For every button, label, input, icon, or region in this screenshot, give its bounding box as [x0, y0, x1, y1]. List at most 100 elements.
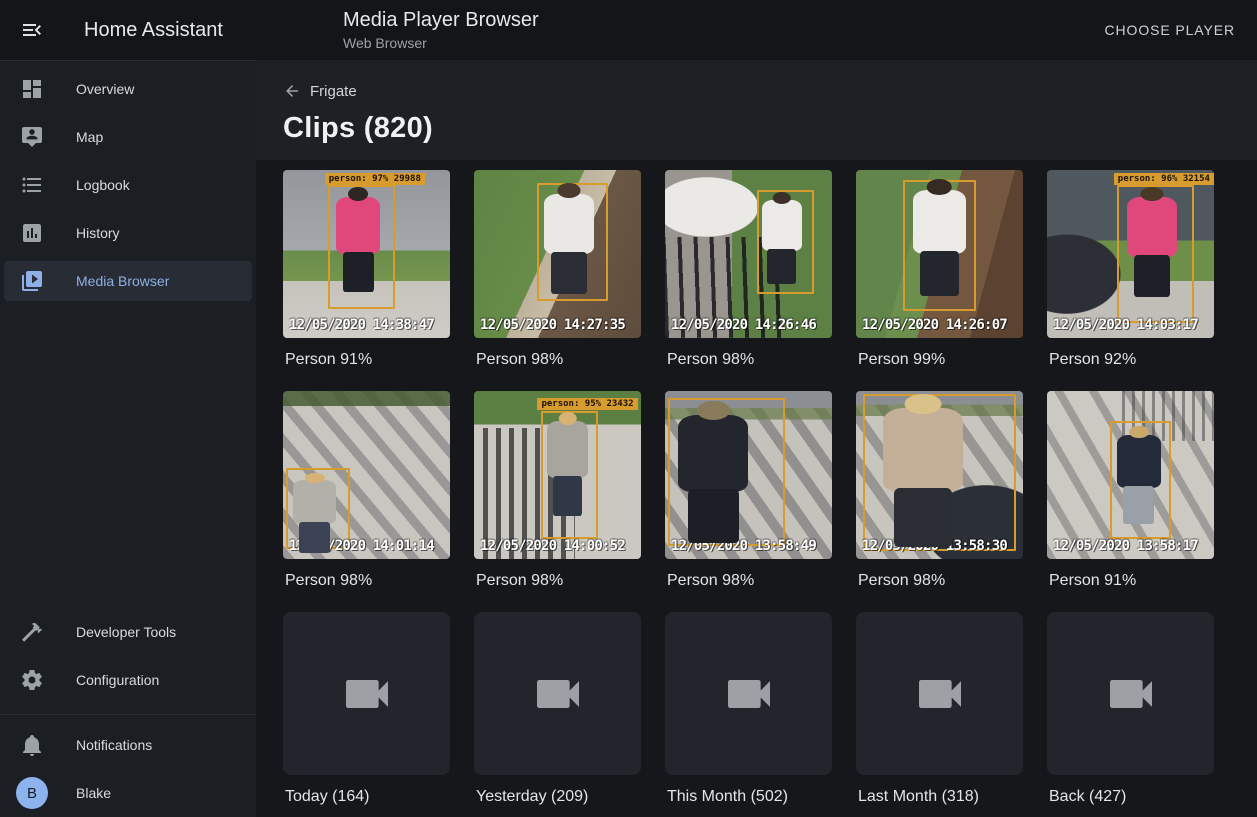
clip-caption: Person 98%: [285, 569, 448, 593]
page-title-block: Media Player Browser Web Browser: [343, 9, 539, 51]
list-bulleted-icon: [20, 173, 44, 197]
clip-card: 12/05/2020 14:01:14 Person 98%: [283, 391, 450, 612]
timestamp-overlay: 12/05/2020 14:38:47: [289, 317, 434, 333]
sidebar-item-label: History: [76, 225, 120, 241]
view-dashboard-icon: [20, 77, 44, 101]
choose-player-button[interactable]: CHOOSE PLAYER: [1097, 0, 1243, 60]
clips-grid: person: 97% 29988 12/05/2020 14:38:47 Pe…: [256, 160, 1257, 817]
person-figure: [1127, 197, 1177, 257]
video-icon: [1103, 666, 1159, 722]
folder-card: Today (164): [283, 612, 450, 817]
clip-caption: Person 91%: [285, 348, 448, 372]
menu-open-icon: [20, 18, 44, 42]
folder-thumb[interactable]: [856, 612, 1023, 775]
person-figure: [913, 190, 966, 254]
clip-caption: Person 98%: [667, 348, 830, 372]
clip-thumb[interactable]: person: 95% 23432 12/05/2020 14:00:52: [474, 391, 641, 559]
page-heading: Clips (820): [283, 112, 1257, 145]
sidebar-item-history[interactable]: History: [4, 213, 252, 253]
sidebar-item-label: Notifications: [76, 737, 152, 753]
sidebar-item-media-browser[interactable]: Media Browser: [4, 261, 252, 301]
clip-thumb[interactable]: person: 97% 29988 12/05/2020 14:38:47: [283, 170, 450, 338]
profile-name: Blake: [76, 785, 111, 801]
detection-chip: person: 96% 32154: [1114, 173, 1214, 185]
breadcrumb-label: Frigate: [310, 83, 357, 100]
sidebar: Overview Map Logbook History Media Brows…: [0, 60, 256, 817]
person-figure: [1117, 435, 1160, 489]
folder-label: This Month (502): [667, 785, 830, 809]
sidebar-item-map[interactable]: Map: [4, 117, 252, 157]
timestamp-overlay: 12/05/2020 14:00:52: [480, 538, 625, 554]
clip-card: 12/05/2020 13:58:49 Person 98%: [665, 391, 832, 612]
timestamp-overlay: 12/05/2020 14:03:17: [1053, 317, 1198, 333]
sidebar-item-label: Configuration: [76, 672, 159, 688]
sidebar-item-notifications[interactable]: Notifications: [4, 725, 252, 765]
video-icon: [339, 666, 395, 722]
person-figure: [762, 200, 802, 250]
clip-caption: Person 98%: [476, 569, 639, 593]
sidebar-spacer: [0, 305, 256, 608]
folder-thumb[interactable]: [474, 612, 641, 775]
sidebar-item-configuration[interactable]: Configuration: [4, 660, 252, 700]
sidebar-item-overview[interactable]: Overview: [4, 69, 252, 109]
folder-thumb[interactable]: [283, 612, 450, 775]
clip-thumb[interactable]: 12/05/2020 14:26:46: [665, 170, 832, 338]
clip-thumb[interactable]: person: 96% 32154 12/05/2020 14:03:17: [1047, 170, 1214, 338]
clip-thumb[interactable]: 12/05/2020 14:27:35: [474, 170, 641, 338]
folder-label: Back (427): [1049, 785, 1212, 809]
clip-card: 12/05/2020 14:26:07 Person 99%: [856, 170, 1023, 391]
video-icon: [530, 666, 586, 722]
person-figure: [547, 421, 587, 478]
content-header: Frigate Clips (820): [256, 60, 1257, 160]
top-app-bar: Home Assistant Media Player Browser Web …: [0, 0, 1257, 60]
clip-card: person: 96% 32154 12/05/2020 14:03:17 Pe…: [1047, 170, 1214, 391]
avatar: B: [16, 777, 48, 809]
clip-caption: Person 92%: [1049, 348, 1212, 372]
app-title: Home Assistant: [84, 19, 223, 42]
clip-thumb[interactable]: 12/05/2020 14:26:07: [856, 170, 1023, 338]
play-box-multiple-icon: [20, 269, 44, 293]
clip-card: 12/05/2020 14:26:46 Person 98%: [665, 170, 832, 391]
media-browser-content: Frigate Clips (820) person: 97% 29988 12…: [256, 60, 1257, 817]
folder-label: Yesterday (209): [476, 785, 639, 809]
detection-chip: person: 95% 23432: [537, 398, 637, 410]
sidebar-item-label: Logbook: [76, 177, 130, 193]
folder-thumb[interactable]: [665, 612, 832, 775]
folder-card: Last Month (318): [856, 612, 1023, 817]
sidebar-item-profile[interactable]: B Blake: [4, 773, 252, 813]
person-figure: [883, 408, 963, 492]
detection-chip: person: 97% 29988: [325, 173, 425, 185]
folder-label: Today (164): [285, 785, 448, 809]
hammer-icon: [20, 620, 44, 644]
clip-thumb[interactable]: 12/05/2020 13:58:30: [856, 391, 1023, 559]
clip-thumb[interactable]: 12/05/2020 14:01:14: [283, 391, 450, 559]
timestamp-overlay: 12/05/2020 14:27:35: [480, 317, 625, 333]
page-subtitle: Web Browser: [343, 35, 539, 51]
sidebar-item-developer-tools[interactable]: Developer Tools: [4, 612, 252, 652]
folder-card: Yesterday (209): [474, 612, 641, 817]
clip-card: person: 97% 29988 12/05/2020 14:38:47 Pe…: [283, 170, 450, 391]
bell-icon: [20, 733, 44, 757]
clip-caption: Person 98%: [667, 569, 830, 593]
sidebar-item-label: Developer Tools: [76, 624, 176, 640]
sidebar-item-logbook[interactable]: Logbook: [4, 165, 252, 205]
clip-caption: Person 98%: [476, 348, 639, 372]
clip-thumb[interactable]: 12/05/2020 13:58:17: [1047, 391, 1214, 559]
clip-thumb[interactable]: 12/05/2020 13:58:49: [665, 391, 832, 559]
chart-box-icon: [20, 221, 44, 245]
video-icon: [721, 666, 777, 722]
arrow-left-icon: [283, 82, 301, 100]
folder-label: Last Month (318): [858, 785, 1021, 809]
video-icon: [912, 666, 968, 722]
gear-icon: [20, 668, 44, 692]
person-figure: [544, 194, 594, 254]
clip-card: person: 95% 23432 12/05/2020 14:00:52 Pe…: [474, 391, 641, 612]
clip-card: 12/05/2020 13:58:17 Person 91%: [1047, 391, 1214, 612]
timestamp-overlay: 12/05/2020 14:26:07: [862, 317, 1007, 333]
breadcrumb-back-button[interactable]: Frigate: [283, 80, 357, 102]
sidebar-toggle-button[interactable]: [8, 6, 56, 54]
sidebar-item-label: Map: [76, 129, 103, 145]
person-figure: [293, 480, 336, 524]
folder-thumb[interactable]: [1047, 612, 1214, 775]
tooltip-account-icon: [20, 125, 44, 149]
